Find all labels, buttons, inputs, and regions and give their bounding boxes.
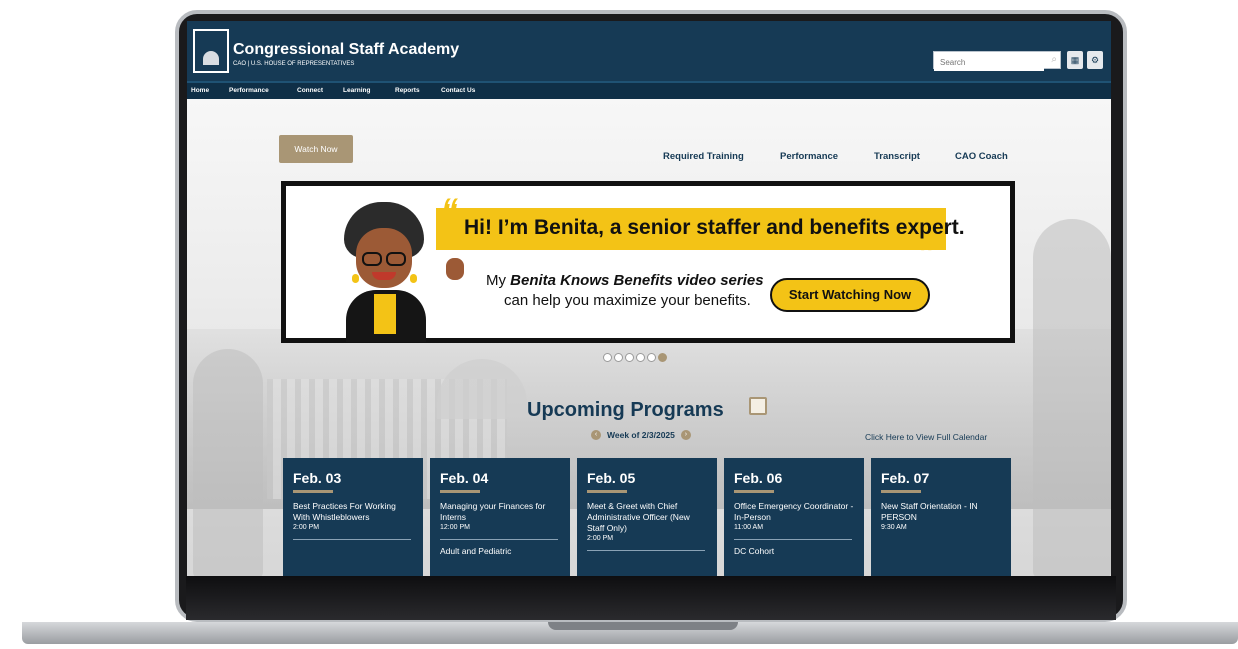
banner-text-line1: My Benita Knows Benefits video series bbox=[486, 272, 764, 289]
search-input[interactable] bbox=[934, 54, 1044, 71]
day-card-feb-05[interactable]: Feb. 05 Meet & Greet with Chief Administ… bbox=[577, 458, 717, 576]
nav-connect[interactable]: Connect bbox=[297, 87, 323, 94]
event-title[interactable]: New Staff Orientation - IN PERSON bbox=[881, 501, 1001, 523]
carousel-dot[interactable] bbox=[625, 353, 634, 362]
event-time: 12:00 PM bbox=[440, 524, 470, 531]
site-title[interactable]: Congressional Staff Academy bbox=[233, 41, 459, 59]
card-date: Feb. 05 bbox=[587, 470, 636, 486]
banner-text-line2: can help you maximize your benefits. bbox=[504, 292, 751, 309]
prev-week-icon[interactable]: ‹ bbox=[591, 430, 601, 440]
link-cao-coach[interactable]: CAO Coach bbox=[955, 151, 1008, 162]
watch-now-button[interactable]: Watch Now bbox=[279, 135, 353, 163]
card-date: Feb. 03 bbox=[293, 470, 342, 486]
event-title[interactable]: Meet & Greet with Chief Administrative O… bbox=[587, 501, 707, 534]
nav-learning[interactable]: Learning bbox=[343, 87, 370, 94]
benita-banner[interactable]: “ ” Hi! I’m Benita, a senior staffer and… bbox=[281, 181, 1015, 343]
open-quote-icon: “ bbox=[441, 192, 458, 230]
nav-reports[interactable]: Reports bbox=[395, 87, 420, 94]
card-date: Feb. 06 bbox=[734, 470, 783, 486]
day-card-feb-06[interactable]: Feb. 06 Office Emergency Coordinator - I… bbox=[724, 458, 864, 576]
nav-home[interactable]: Home bbox=[191, 87, 209, 94]
event-time: 11:00 AM bbox=[734, 524, 764, 531]
carousel-dot-active[interactable] bbox=[658, 353, 667, 362]
day-card-feb-04[interactable]: Feb. 04 Managing your Finances for Inter… bbox=[430, 458, 570, 576]
grid-icon[interactable]: ▦ bbox=[1067, 51, 1083, 69]
event-title[interactable]: Best Practices For Working With Whistleb… bbox=[293, 501, 413, 523]
main-content: Watch Now Required Training Performance … bbox=[187, 99, 1111, 576]
carousel-dots bbox=[603, 353, 667, 362]
site-header: Congressional Staff Academy CAO | U.S. H… bbox=[187, 21, 1111, 81]
capitol-logo-icon[interactable] bbox=[193, 29, 229, 73]
view-full-calendar-link[interactable]: Click Here to View Full Calendar bbox=[865, 432, 987, 442]
banner-text-prefix: My bbox=[486, 272, 511, 289]
staff-photo-left bbox=[193, 349, 263, 576]
staff-photo-right bbox=[1033, 219, 1111, 576]
event-title[interactable]: Managing your Finances for Interns bbox=[440, 501, 560, 523]
event-title[interactable]: DC Cohort bbox=[734, 546, 854, 557]
nav-performance[interactable]: Performance bbox=[229, 87, 269, 94]
start-watching-button[interactable]: Start Watching Now bbox=[770, 278, 930, 312]
card-date: Feb. 07 bbox=[881, 470, 930, 486]
upcoming-programs-title: Upcoming Programs bbox=[527, 399, 724, 421]
carousel-dot[interactable] bbox=[603, 353, 612, 362]
search-box: ⌕ bbox=[933, 51, 1061, 71]
laptop-notch bbox=[548, 622, 738, 630]
week-selector: ‹ Week of 2/3/2025 › bbox=[591, 430, 691, 440]
benita-avatar bbox=[336, 202, 464, 342]
event-title[interactable]: Adult and Pediatric bbox=[440, 546, 560, 557]
next-week-icon[interactable]: › bbox=[680, 430, 691, 440]
banner-headline: Hi! I’m Benita, a senior staffer and ben… bbox=[464, 216, 965, 239]
week-label: Week of 2/3/2025 bbox=[607, 430, 675, 440]
event-title[interactable]: Office Emergency Coordinator - In-Person bbox=[734, 501, 854, 523]
day-card-feb-07[interactable]: Feb. 07 New Staff Orientation - IN PERSO… bbox=[871, 458, 1011, 576]
site-subtitle: CAO | U.S. HOUSE OF REPRESENTATIVES bbox=[233, 61, 355, 67]
card-date: Feb. 04 bbox=[440, 470, 489, 486]
link-required-training[interactable]: Required Training bbox=[663, 151, 744, 162]
gear-icon[interactable]: ⚙ bbox=[1087, 51, 1103, 69]
carousel-dot[interactable] bbox=[636, 353, 645, 362]
carousel-dot[interactable] bbox=[614, 353, 623, 362]
series-name: Benita Knows Benefits video series bbox=[510, 272, 764, 289]
laptop-keyboard-shadow bbox=[186, 576, 1116, 620]
event-time: 2:00 PM bbox=[293, 524, 320, 531]
carousel-dot[interactable] bbox=[647, 353, 656, 362]
laptop-screen: Congressional Staff Academy CAO | U.S. H… bbox=[187, 21, 1111, 576]
link-performance[interactable]: Performance bbox=[780, 151, 838, 162]
nav-contact-us[interactable]: Contact Us bbox=[441, 87, 475, 94]
calendar-icon[interactable] bbox=[749, 397, 767, 415]
day-card-feb-03[interactable]: Feb. 03 Best Practices For Working With … bbox=[283, 458, 423, 576]
event-time: 9:30 AM bbox=[881, 524, 907, 531]
link-transcript[interactable]: Transcript bbox=[874, 151, 920, 162]
search-icon[interactable]: ⌕ bbox=[1051, 54, 1057, 65]
main-nav: Home Performance Connect Learning Report… bbox=[187, 81, 1111, 99]
event-time: 2:00 PM bbox=[587, 535, 614, 542]
